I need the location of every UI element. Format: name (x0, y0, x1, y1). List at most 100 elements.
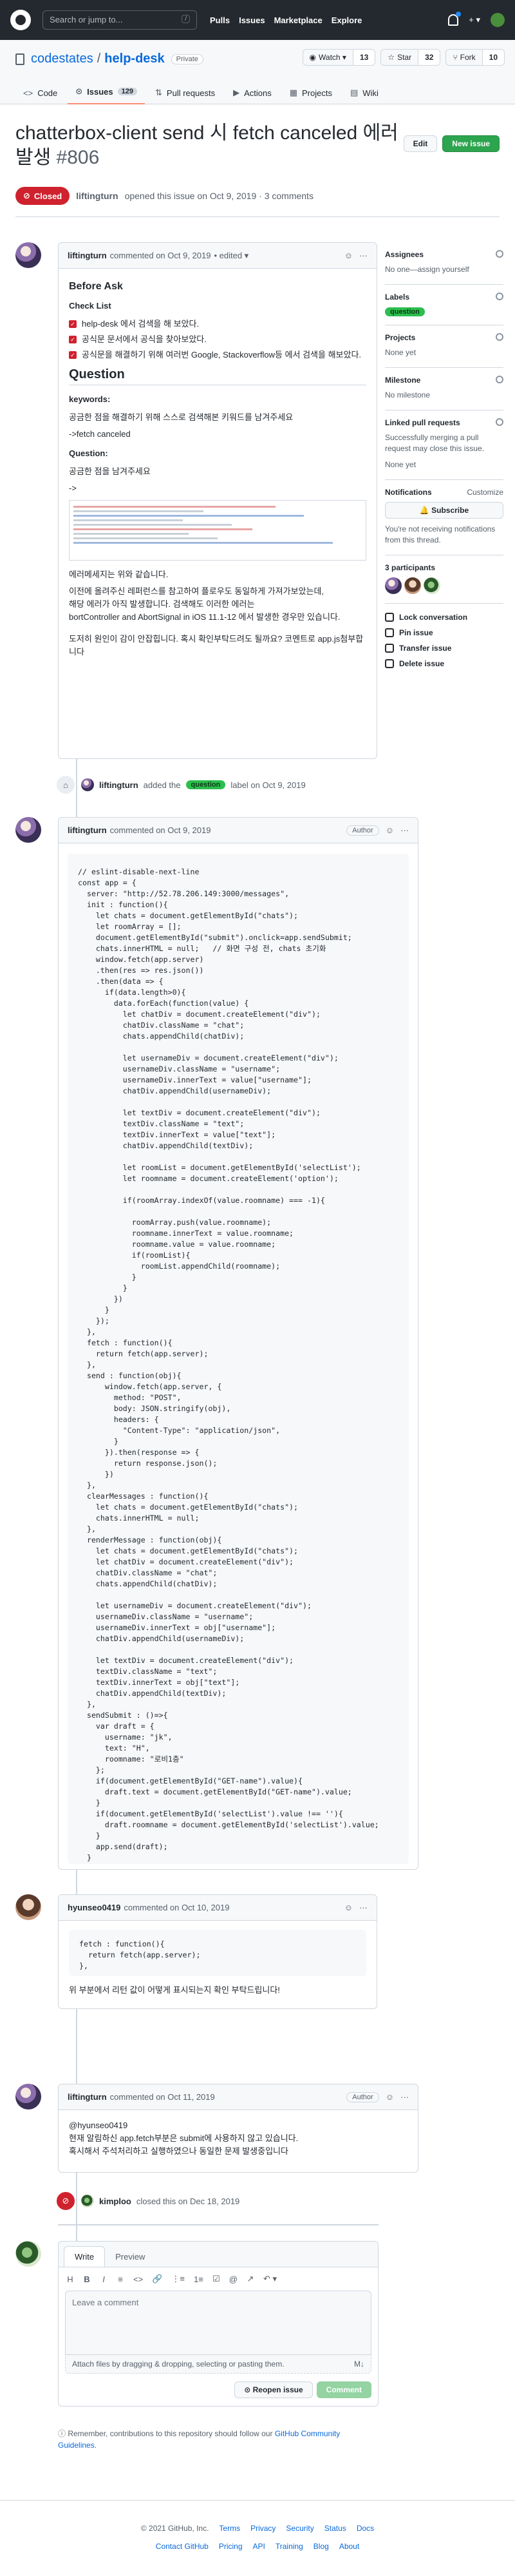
emoji-reaction-icon[interactable]: ☺ (344, 1903, 353, 1912)
comment-timestamp[interactable]: commented on Oct 11, 2019 (110, 2092, 215, 2102)
fork-button[interactable]: ⑂ Fork 10 (445, 49, 505, 66)
emoji-reaction-icon[interactable]: ☺ (386, 2092, 394, 2102)
numbered-list-icon[interactable]: 1≡ (194, 2274, 203, 2284)
more-options-icon[interactable]: ··· (400, 2092, 409, 2102)
comment-button[interactable]: Comment (316, 2381, 371, 2398)
bullet-list-icon[interactable]: ⋮≡ (171, 2274, 185, 2284)
lock-conversation-button[interactable]: Lock conversation (385, 613, 503, 622)
tab-pull-requests[interactable]: ⇅ Pull requests (147, 88, 223, 104)
edit-title-button[interactable]: Edit (403, 135, 438, 152)
repo-name-link[interactable]: help-desk (104, 52, 164, 66)
tab-projects[interactable]: ▦ Projects (282, 88, 340, 104)
nav-issues[interactable]: Issues (239, 15, 265, 25)
task-list-icon[interactable]: ☑ (212, 2274, 220, 2284)
quote-icon[interactable]: ≡ (117, 2274, 124, 2284)
sidebar-projects[interactable]: Projects None yet (385, 325, 503, 368)
avatar[interactable] (15, 2241, 41, 2267)
more-options-icon[interactable]: ··· (400, 825, 409, 835)
code-icon[interactable]: <> (133, 2274, 143, 2284)
avatar[interactable] (15, 1894, 41, 1920)
footer-link[interactable]: Pricing (219, 2542, 243, 2551)
delete-issue-button[interactable]: Delete issue (385, 659, 503, 668)
footer-link[interactable]: Contact GitHub (156, 2542, 209, 2551)
question-label[interactable]: question (385, 307, 425, 316)
avatar[interactable] (404, 577, 421, 594)
star-button[interactable]: ☆ Star 32 (380, 49, 441, 66)
footer-link[interactable]: Docs (357, 2524, 374, 2533)
error-screenshot-image[interactable] (69, 500, 366, 561)
sidebar-value[interactable]: No one—assign yourself (385, 264, 503, 275)
footer-link[interactable]: Terms (219, 2524, 240, 2533)
avatar[interactable] (81, 2195, 94, 2207)
emoji-reaction-icon[interactable]: ☺ (386, 825, 394, 835)
link-icon[interactable]: 🔗 (152, 2274, 162, 2284)
fork-count[interactable]: 10 (482, 50, 504, 65)
issue-author-link[interactable]: liftingturn (76, 191, 118, 201)
emoji-reaction-icon[interactable]: ☺ (344, 251, 353, 260)
watch-button[interactable]: ◉ Watch ▾ 13 (302, 49, 376, 66)
new-issue-button[interactable]: New issue (442, 135, 500, 152)
footer-link[interactable]: Blog (314, 2542, 329, 2551)
comment-textarea[interactable]: Leave a comment (65, 2291, 371, 2355)
avatar[interactable] (15, 2084, 41, 2110)
nav-explore[interactable]: Explore (332, 15, 362, 25)
footer-link[interactable]: Status (324, 2524, 346, 2533)
gear-icon[interactable] (496, 418, 503, 426)
search-input[interactable]: Search or jump to... / (42, 10, 197, 30)
user-avatar-menu[interactable] (491, 13, 505, 27)
sidebar-linked-prs[interactable]: Linked pull requests Successfully mergin… (385, 410, 503, 480)
footer-link[interactable]: About (339, 2542, 359, 2551)
bold-icon[interactable]: B (83, 2274, 91, 2284)
nav-pulls[interactable]: Pulls (210, 15, 230, 25)
comment-author[interactable]: liftingturn (68, 251, 107, 260)
watch-count[interactable]: 13 (352, 50, 375, 65)
checkbox-checked-icon[interactable]: ✓ (69, 351, 77, 359)
avatar[interactable] (15, 242, 41, 268)
github-logo-icon[interactable] (10, 10, 31, 30)
footer-link[interactable]: API (253, 2542, 265, 2551)
footer-link[interactable]: Security (286, 2524, 314, 2533)
tab-code[interactable]: <> Code (15, 88, 65, 104)
more-options-icon[interactable]: ··· (359, 1903, 368, 1912)
create-new-menu[interactable]: + ▾ (469, 15, 480, 25)
gear-icon[interactable] (496, 333, 503, 341)
avatar[interactable] (385, 577, 402, 594)
checkbox-checked-icon[interactable]: ✓ (69, 320, 77, 328)
event-user[interactable]: liftingturn (99, 780, 138, 790)
mention-icon[interactable]: @ (229, 2274, 238, 2284)
question-label[interactable]: question (185, 780, 226, 789)
gear-icon[interactable] (496, 293, 503, 300)
repo-owner-link[interactable]: codestates (31, 52, 93, 66)
footer-link[interactable]: Training (276, 2542, 303, 2551)
markdown-icon[interactable]: M↓ (354, 2360, 364, 2369)
avatar[interactable] (15, 817, 41, 843)
italic-icon[interactable]: I (100, 2274, 108, 2284)
preview-tab[interactable]: Preview (105, 2247, 155, 2267)
footer-link[interactable]: Privacy (250, 2524, 276, 2533)
reopen-issue-button[interactable]: ⊙ Reopen issue (234, 2381, 313, 2398)
comment-author[interactable]: liftingturn (68, 2092, 107, 2102)
saved-replies-icon[interactable]: ↶ ▾ (263, 2274, 277, 2284)
comment-timestamp[interactable]: commented on Oct 9, 2019 (110, 251, 211, 260)
attach-files-area[interactable]: Attach files by dragging & dropping, sel… (65, 2355, 371, 2374)
sidebar-assignees[interactable]: Assignees No one—assign yourself (385, 242, 503, 285)
pin-issue-button[interactable]: Pin issue (385, 628, 503, 637)
customize-link[interactable]: Customize (467, 488, 503, 497)
event-user[interactable]: kimploo (99, 2196, 131, 2206)
comment-author[interactable]: liftingturn (68, 825, 107, 835)
gear-icon[interactable] (496, 376, 503, 383)
tab-issues[interactable]: ⊙ Issues 129 (68, 86, 145, 104)
cross-reference-icon[interactable]: ↗ (247, 2274, 254, 2284)
nav-marketplace[interactable]: Marketplace (274, 15, 323, 25)
more-options-icon[interactable]: ··· (359, 251, 368, 260)
comment-author[interactable]: hyunseo0419 (68, 1903, 120, 1912)
sidebar-milestone[interactable]: Milestone No milestone (385, 368, 503, 410)
avatar[interactable] (424, 577, 440, 594)
tab-actions[interactable]: ▶ Actions (225, 88, 279, 104)
notifications-bell-icon[interactable] (448, 12, 462, 26)
transfer-issue-button[interactable]: Transfer issue (385, 644, 503, 653)
comment-timestamp[interactable]: commented on Oct 10, 2019 (124, 1903, 229, 1912)
checkbox-checked-icon[interactable]: ✓ (69, 336, 77, 343)
subscribe-button[interactable]: 🔔 Subscribe (385, 502, 503, 519)
avatar[interactable] (81, 778, 94, 791)
